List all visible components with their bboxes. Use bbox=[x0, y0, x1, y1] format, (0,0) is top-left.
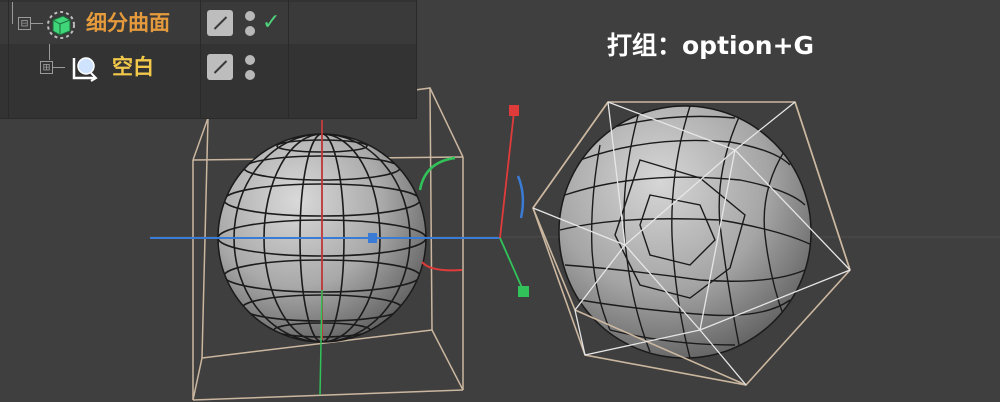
column-divider bbox=[200, 0, 201, 118]
subdivision-surface-icon bbox=[47, 11, 75, 39]
gizmo-z-handle[interactable] bbox=[518, 286, 529, 297]
column-divider bbox=[8, 0, 9, 118]
tree-connector bbox=[12, 2, 13, 24]
null-object-icon bbox=[72, 57, 98, 82]
shortcut-caption: 打组：option+G bbox=[607, 31, 815, 60]
collapse-toggle-icon[interactable]: ⊟ bbox=[18, 17, 31, 30]
render-visibility-dot[interactable] bbox=[245, 70, 255, 80]
viewport-stage[interactable]: ⊟ 细分曲面 ✓ ⊞ 空白 打组：option+G bbox=[0, 0, 1000, 402]
tree-connector bbox=[49, 44, 50, 60]
editor-visibility-toggle[interactable] bbox=[207, 54, 233, 80]
column-divider bbox=[288, 0, 289, 118]
object-row-null[interactable]: ⊞ 空白 bbox=[0, 44, 416, 88]
editor-visibility-toggle[interactable] bbox=[207, 10, 233, 36]
render-visibility-dot[interactable] bbox=[245, 26, 255, 36]
object-name-label[interactable]: 空白 bbox=[112, 55, 154, 79]
enabled-check-icon[interactable]: ✓ bbox=[262, 12, 280, 34]
tree-connector bbox=[31, 23, 43, 24]
rotation-arc-red bbox=[421, 261, 463, 272]
object-name-label[interactable]: 细分曲面 bbox=[86, 11, 170, 35]
move-gizmo[interactable] bbox=[499, 105, 529, 297]
tree-connector bbox=[53, 67, 65, 68]
gizmo-y-handle[interactable] bbox=[509, 105, 519, 116]
axis-x-handle[interactable] bbox=[368, 233, 377, 243]
expand-toggle-icon[interactable]: ⊞ bbox=[40, 61, 53, 74]
rotation-arc-green bbox=[418, 156, 456, 191]
object-manager-panel: ⊟ 细分曲面 ✓ ⊞ 空白 bbox=[0, 0, 417, 119]
editor-visibility-dot[interactable] bbox=[245, 11, 255, 21]
object-row-subdivision-surface[interactable]: ⊟ 细分曲面 ✓ bbox=[0, 2, 416, 44]
editor-visibility-dot[interactable] bbox=[245, 55, 255, 65]
gizmo-rotation-arc bbox=[516, 175, 525, 219]
